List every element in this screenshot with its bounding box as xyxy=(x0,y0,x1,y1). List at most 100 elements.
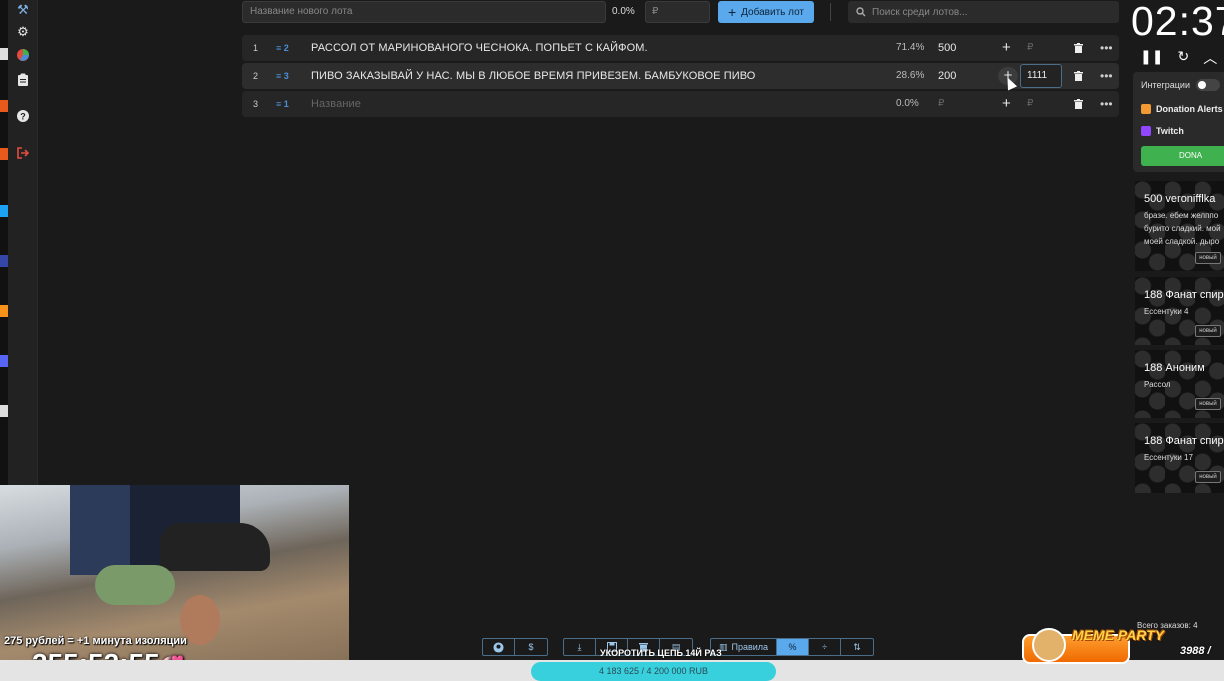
more-icon[interactable]: ••• xyxy=(1100,35,1113,61)
lot-fast-id[interactable]: ≡ 3 xyxy=(276,63,289,89)
add-lot-button[interactable]: + Добавить лот xyxy=(718,1,814,23)
lot-amount[interactable]: 500 xyxy=(938,35,956,61)
lot-fast-id[interactable]: ≡ 1 xyxy=(276,91,289,117)
donation-card: 188 Фанат спири Ессентуки 4 новый xyxy=(1135,277,1224,345)
search-placeholder: Поиск среди лотов... xyxy=(872,6,968,18)
sidebar: ⚒ ⚙ ? xyxy=(8,0,38,485)
donation-text: Ессентуки 17 xyxy=(1144,453,1193,462)
lot-amount[interactable]: ₽ xyxy=(938,91,944,117)
integrations-title: Интеграции xyxy=(1141,80,1190,90)
donation-new-badge[interactable]: новый xyxy=(1195,252,1221,264)
donation-alerts-icon xyxy=(1141,104,1151,114)
pie-chart-icon[interactable] xyxy=(15,48,31,64)
sort-icon[interactable]: ⇅ xyxy=(841,639,873,655)
plus-icon[interactable]: + xyxy=(1002,91,1011,117)
donation-text: Рассол xyxy=(1144,380,1171,389)
dollar-icon[interactable]: $ xyxy=(515,639,547,655)
lot-index: 3 xyxy=(253,99,259,109)
new-lot-name-input[interactable]: Название нового лота xyxy=(242,1,606,23)
donation-text: бразе. ебем желппо бурито сладкий. мой м… xyxy=(1144,211,1221,246)
integration-twitch[interactable]: Twitch xyxy=(1141,126,1184,136)
webcam-overlay: 275 рублей = +1 минута изоляции 255:52:5… xyxy=(0,485,349,681)
taskbar-app-icon[interactable] xyxy=(0,48,8,60)
donation-head: 500 veronifflka xyxy=(1144,193,1216,205)
webcam-scene xyxy=(95,565,175,605)
lot-percent: 28.6% xyxy=(896,70,925,81)
more-icon[interactable]: ••• xyxy=(1100,91,1113,117)
donations-feed: 500 veronifflka бразе. ебем желппо бурит… xyxy=(1135,181,1224,493)
percent-mode-icon[interactable]: % xyxy=(777,639,810,655)
webcam-scene xyxy=(70,485,130,575)
lot-row: 1 ≡ 2 РАССОЛ ОТ МАРИНОВАНОГО ЧЕСНОКА. ПО… xyxy=(242,35,1119,61)
donation-new-badge[interactable]: новый xyxy=(1195,471,1221,483)
gear-icon[interactable]: ⚙ xyxy=(15,24,31,40)
download-icon[interactable]: ⤓ xyxy=(564,639,596,655)
auction-timer: 02:37 xyxy=(1131,0,1224,44)
taskbar-app-icon[interactable] xyxy=(0,205,8,217)
donation-card: 500 veronifflka бразе. ебем желппо бурит… xyxy=(1135,181,1224,271)
taskbar-app-icon[interactable] xyxy=(0,100,8,112)
restart-icon[interactable]: ↻ xyxy=(1177,48,1189,68)
timer-controls: ❚❚ ↻ ︿ xyxy=(1140,48,1217,68)
integration-label: Donation Alerts xyxy=(1156,104,1223,114)
trash-icon[interactable] xyxy=(1074,35,1084,63)
lot-fast-id[interactable]: ≡ 2 xyxy=(276,35,289,61)
lot-add-amount-input[interactable]: ₽ xyxy=(1027,91,1033,117)
taskbar-app-icon[interactable] xyxy=(0,305,8,317)
github-icon[interactable] xyxy=(483,639,515,655)
meme-party-score: 3988 / xyxy=(1180,645,1211,657)
lot-add-amount-input[interactable]: 1111 xyxy=(1020,64,1062,88)
toolbar-group-links: $ xyxy=(482,638,548,656)
pause-icon[interactable]: ❚❚ xyxy=(1140,48,1163,68)
donation-card: 188 Фанат спири Ессентуки 17 новый xyxy=(1135,423,1224,493)
taskbar-app-icon[interactable] xyxy=(0,355,8,367)
lot-amount[interactable]: 200 xyxy=(938,63,956,89)
webcam-scene xyxy=(160,523,270,571)
chevron-up-icon[interactable]: ︿ xyxy=(1203,48,1217,68)
svg-text:?: ? xyxy=(20,112,26,122)
meme-party-title: MEME PARTY xyxy=(1072,627,1165,643)
lot-index: 2 xyxy=(253,71,259,81)
taskbar-app-icon[interactable] xyxy=(0,255,8,267)
meme-party-badge: MEME PARTY xyxy=(1022,626,1202,666)
plus-icon[interactable]: + xyxy=(1002,35,1011,61)
hammer-icon[interactable]: ⚒ xyxy=(15,2,31,18)
doge-icon xyxy=(1032,628,1066,662)
lot-name[interactable]: ПИВО ЗАКАЗЫВАЙ У НАС. МЫ В ЛЮБОЕ ВРЕМЯ П… xyxy=(311,63,755,89)
integrations-toggle[interactable] xyxy=(1196,79,1220,91)
split-icon[interactable]: ÷ xyxy=(809,639,842,655)
integration-donation-alerts[interactable]: Donation Alerts xyxy=(1141,104,1223,114)
logout-icon[interactable] xyxy=(15,146,31,162)
lot-name[interactable]: Название xyxy=(311,91,361,117)
lot-search-input[interactable]: Поиск среди лотов... xyxy=(848,1,1119,23)
lot-index: 1 xyxy=(253,43,259,53)
search-icon xyxy=(856,7,866,17)
lot-row: 3 ≡ 1 Название 0.0% ₽ + ₽ ••• xyxy=(242,91,1119,117)
taskbar-app-icon[interactable] xyxy=(0,405,8,417)
donation-card: 188 Аноним Рассол новый xyxy=(1135,350,1224,418)
help-icon[interactable]: ? xyxy=(15,109,31,125)
trash-icon[interactable] xyxy=(1074,63,1084,91)
new-lot-amount-input[interactable]: ₽ xyxy=(645,1,710,23)
donation-new-badge[interactable]: новый xyxy=(1195,325,1221,337)
donation-new-badge[interactable]: новый xyxy=(1195,398,1221,410)
more-icon[interactable]: ••• xyxy=(1100,63,1113,89)
add-lot-label: Добавить лот xyxy=(741,6,805,18)
donation-head: 188 Аноним xyxy=(1144,362,1205,374)
donation-text: Ессентуки 4 xyxy=(1144,307,1189,316)
donation-head: 188 Фанат спири xyxy=(1144,435,1224,447)
trash-icon[interactable] xyxy=(1074,91,1084,119)
divider xyxy=(830,3,831,21)
twitch-icon xyxy=(1141,126,1151,136)
new-lot-percent: 0.0% xyxy=(612,6,635,17)
integration-label: Twitch xyxy=(1156,126,1184,136)
donation-head: 188 Фанат спири xyxy=(1144,289,1224,301)
clipboard-icon[interactable] xyxy=(15,73,31,89)
lot-name[interactable]: РАССОЛ ОТ МАРИНОВАНОГО ЧЕСНОКА. ПОПЬЕТ С… xyxy=(311,35,648,61)
lot-percent: 71.4% xyxy=(896,42,925,53)
lot-percent: 0.0% xyxy=(896,98,919,109)
taskbar-app-icon[interactable] xyxy=(0,148,8,160)
rules-label: Правила xyxy=(731,642,769,652)
lot-add-amount-input[interactable]: ₽ xyxy=(1027,35,1033,61)
donate-button[interactable]: DONA xyxy=(1141,146,1224,166)
